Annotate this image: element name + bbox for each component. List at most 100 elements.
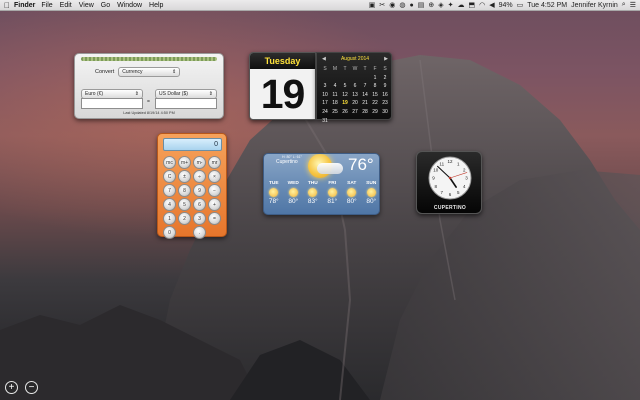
calendar-day-panel[interactable]: Tuesday 19 — [249, 52, 316, 120]
calculator-key[interactable]: . — [193, 226, 206, 239]
menu-go[interactable]: Go — [101, 2, 110, 9]
calendar-day[interactable]: 19 — [340, 99, 350, 108]
menu-view[interactable]: View — [79, 2, 94, 9]
menu-window[interactable]: Window — [117, 2, 142, 9]
remove-widget-button[interactable]: − — [25, 381, 38, 394]
calculator-key[interactable]: 4 — [163, 198, 176, 211]
calendar-day[interactable]: 17 — [320, 99, 330, 108]
status-icon-9[interactable]: ✦ — [448, 1, 454, 9]
calendar-day[interactable]: 18 — [330, 99, 340, 108]
calendar-day[interactable]: 10 — [320, 91, 330, 100]
calculator-key[interactable]: + — [208, 198, 221, 211]
calendar-weekday: S — [323, 66, 327, 72]
calculator-keypad: mc m+ m-mr C ± ÷ × 7 8 9− 4 5 6 +1 2 3 = 0. — [163, 156, 223, 239]
calculator-key[interactable]: = — [208, 212, 221, 225]
prev-month-icon[interactable]: ◀ — [322, 56, 326, 62]
calculator-key[interactable]: 2 — [178, 212, 191, 225]
calendar-day[interactable]: 21 — [360, 99, 370, 108]
calendar-day[interactable]: 13 — [350, 91, 360, 100]
calculator-key[interactable]: × — [208, 170, 221, 183]
add-widget-button[interactable]: + — [5, 381, 18, 394]
calculator-key[interactable]: mc — [163, 156, 176, 169]
menu-help[interactable]: Help — [149, 2, 163, 9]
spotlight-icon[interactable]: ⌕ — [622, 1, 626, 9]
calendar-day[interactable]: 2 — [380, 74, 390, 83]
calendar-day[interactable]: 14 — [360, 91, 370, 100]
calendar-day[interactable]: 20 — [350, 99, 360, 108]
calculator-key[interactable]: 8 — [178, 184, 191, 197]
next-month-icon[interactable]: ▶ — [384, 56, 388, 62]
forecast-day: SAT 80° — [343, 181, 361, 205]
menubar-clock[interactable]: Tue 4:52 PM — [527, 2, 567, 9]
calculator-key[interactable]: C — [163, 170, 176, 183]
calendar-day[interactable]: 23 — [380, 99, 390, 108]
calculator-key[interactable]: 9 — [193, 184, 206, 197]
calculator-key[interactable]: − — [208, 184, 221, 197]
calculator-key[interactable]: 7 — [163, 184, 176, 197]
status-icon-2[interactable]: ✂ — [379, 1, 385, 9]
calendar-day[interactable]: 6 — [350, 82, 360, 91]
calculator-key[interactable]: 1 — [163, 212, 176, 225]
status-icon-8[interactable]: ◈ — [438, 1, 443, 9]
app-menu-finder[interactable]: Finder — [14, 2, 35, 9]
calculator-key[interactable]: m- — [193, 156, 206, 169]
status-icon-11[interactable]: ⬒ — [469, 1, 476, 9]
status-icon-7[interactable]: ⊕ — [428, 1, 434, 9]
calendar-day[interactable]: 31 — [320, 117, 330, 126]
calculator-key[interactable]: ± — [178, 170, 191, 183]
calendar-day[interactable]: 30 — [380, 108, 390, 117]
calendar-day[interactable]: 5 — [340, 82, 350, 91]
forecast-temp: 83° — [307, 198, 318, 205]
status-icon-3[interactable]: ◉ — [389, 1, 395, 9]
calculator-key[interactable]: m+ — [178, 156, 191, 169]
user-name[interactable]: Jennifer Kyrnin — [571, 2, 618, 9]
calculator-key[interactable]: 6 — [193, 198, 206, 211]
status-icon-4[interactable]: ◍ — [399, 1, 405, 9]
calculator-key[interactable]: 0 — [163, 226, 176, 239]
status-icon-6[interactable]: ▤ — [418, 1, 425, 9]
calendar-day[interactable]: 26 — [340, 108, 350, 117]
calendar-day — [360, 74, 370, 83]
to-value-input[interactable] — [155, 98, 217, 109]
status-icon-1[interactable]: ▣ — [369, 1, 376, 9]
calendar-month-label: August 2014 — [340, 56, 370, 62]
calendar-day[interactable]: 1 — [370, 74, 380, 83]
battery-icon[interactable]: ▭ — [517, 1, 524, 9]
calendar-day[interactable]: 27 — [350, 108, 360, 117]
to-unit-value: US Dollar ($) — [159, 91, 188, 97]
calendar-day[interactable]: 15 — [370, 91, 380, 100]
menu-file[interactable]: File — [41, 2, 52, 9]
forecast-temp: 80° — [346, 198, 357, 205]
calendar-day[interactable]: 7 — [360, 82, 370, 91]
calendar-day[interactable]: 3 — [320, 82, 330, 91]
from-value-input[interactable] — [81, 98, 143, 109]
calendar-day[interactable]: 12 — [340, 91, 350, 100]
calendar-day[interactable]: 29 — [370, 108, 380, 117]
weather-widget[interactable]: H: 80° L: 61° Cupertino 76° TUE 78° WED 80°… — [263, 153, 380, 215]
calendar-day[interactable]: 25 — [330, 108, 340, 117]
calendar-day[interactable]: 28 — [360, 108, 370, 117]
menu-edit[interactable]: Edit — [60, 2, 72, 9]
calendar-day[interactable]: 11 — [330, 91, 340, 100]
calendar-day[interactable]: 8 — [370, 82, 380, 91]
status-icon-5[interactable]: ● — [410, 2, 414, 9]
battery-percent[interactable]: 94% — [499, 2, 513, 9]
calendar-day[interactable]: 22 — [370, 99, 380, 108]
volume-icon[interactable]: ◀ — [489, 1, 494, 9]
calculator-key[interactable]: mr — [208, 156, 221, 169]
calendar-weekday: T — [343, 66, 347, 72]
category-select[interactable]: Currency ⇕ — [118, 67, 181, 77]
notification-center-icon[interactable]: ☰ — [630, 1, 636, 9]
wifi-icon[interactable]: ◠ — [479, 1, 485, 9]
calculator-key[interactable]: ÷ — [193, 170, 206, 183]
calendar-day[interactable]: 9 — [380, 82, 390, 91]
clock-widget[interactable]: 1 2 3 4 5 6 7 8 9 10 11 12 CUPERTINO — [416, 151, 482, 214]
apple-menu-icon[interactable]:  — [0, 1, 14, 10]
calculator-key[interactable]: 5 — [178, 198, 191, 211]
calendar-day[interactable]: 4 — [330, 82, 340, 91]
calendar-day[interactable]: 16 — [380, 91, 390, 100]
calendar-widget[interactable]: Tuesday 19 ◀ August 2014 ▶ SMTWTFS123456… — [249, 52, 392, 124]
calendar-day[interactable]: 24 — [320, 108, 330, 117]
calculator-key[interactable]: 3 — [193, 212, 206, 225]
status-icon-10[interactable]: ☁ — [458, 1, 465, 9]
